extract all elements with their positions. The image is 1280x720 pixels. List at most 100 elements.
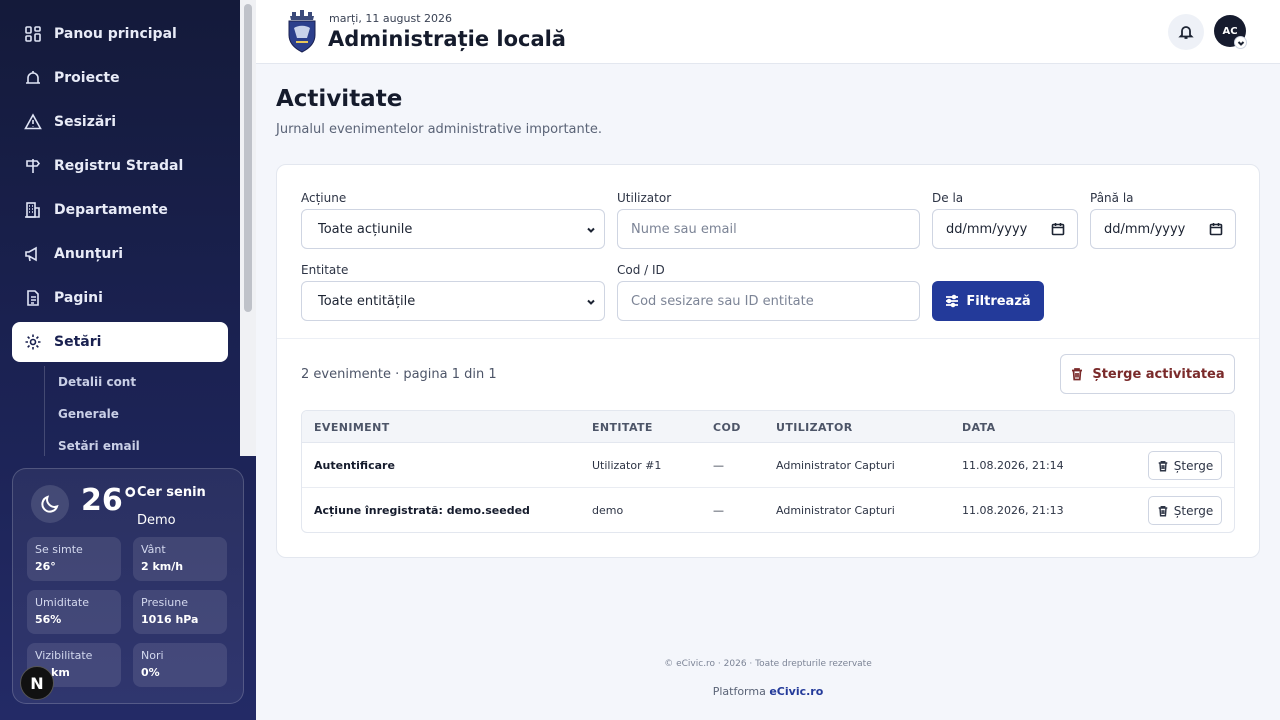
sidebar-item-departamente[interactable]: Departamente bbox=[12, 190, 228, 230]
weather-stat-feels-like: Se simte 26° bbox=[27, 537, 121, 581]
sidebar-item-label: Departamente bbox=[54, 202, 168, 218]
settings-subnav: Detalii cont Generale Setări email bbox=[44, 366, 240, 456]
header-title: Administrație locală bbox=[328, 27, 566, 51]
signpost-icon bbox=[24, 157, 42, 175]
card-divider bbox=[277, 338, 1259, 339]
subnav-detalii-cont[interactable]: Detalii cont bbox=[58, 366, 240, 398]
user-cell: Administrator Capturi bbox=[776, 459, 895, 472]
top-header: marți, 11 august 2026 Administrație loca… bbox=[256, 0, 1280, 64]
sidebar-item-panou-principal[interactable]: Panou principal bbox=[12, 14, 228, 54]
stat-value: 26° bbox=[35, 560, 56, 573]
sidebar-item-pagini[interactable]: Pagini bbox=[12, 278, 228, 318]
delete-row-button[interactable]: Șterge bbox=[1148, 496, 1222, 525]
sidebar-item-setari[interactable]: Setări bbox=[12, 322, 228, 362]
warning-icon bbox=[24, 113, 42, 131]
stat-value: 56% bbox=[35, 613, 62, 626]
sidebar-item-proiecte[interactable]: Proiecte bbox=[12, 58, 228, 98]
stat-label: Presiune bbox=[141, 596, 188, 609]
weather-demo-tag: Demo bbox=[137, 513, 176, 528]
date-cell: 11.08.2026, 21:14 bbox=[962, 459, 1064, 472]
filter-button-label: Filtrează bbox=[966, 293, 1031, 309]
entity-filter-label: Entitate bbox=[301, 263, 349, 277]
user-input-placeholder: Nume sau email bbox=[631, 221, 737, 237]
sidebar-item-label: Pagini bbox=[54, 290, 103, 306]
weather-stat-pressure: Presiune 1016 hPa bbox=[133, 590, 227, 634]
moon-icon bbox=[31, 485, 69, 523]
trash-icon bbox=[1158, 505, 1168, 516]
stat-value: 1016 hPa bbox=[141, 613, 199, 626]
stat-label: Umiditate bbox=[35, 596, 89, 609]
clear-activity-button[interactable]: Șterge activitatea bbox=[1060, 354, 1235, 394]
sidebar-item-label: Anunțuri bbox=[54, 246, 124, 262]
sidebar-item-registru-stradal[interactable]: Registru Stradal bbox=[12, 146, 228, 186]
stat-label: Vânt bbox=[141, 543, 166, 556]
subnav-setari-email[interactable]: Setări email bbox=[58, 430, 240, 456]
code-cell: — bbox=[713, 459, 724, 472]
stat-label: Se simte bbox=[35, 543, 83, 556]
subnav-generale[interactable]: Generale bbox=[58, 398, 240, 430]
weather-stat-clouds: Nori 0% bbox=[133, 643, 227, 687]
sidebar: Panou principal Proiecte Sesizări Regist… bbox=[0, 0, 256, 720]
event-cell: Acțiune înregistrată: demo.seeded bbox=[314, 504, 530, 517]
sidebar-scrollbar-thumb[interactable] bbox=[244, 4, 252, 312]
to-date-placeholder: dd/mm/yyyy bbox=[1104, 221, 1186, 237]
page-icon bbox=[24, 289, 42, 307]
header-date: marți, 11 august 2026 bbox=[329, 12, 453, 25]
column-header-code[interactable]: COD bbox=[713, 421, 741, 434]
table-row: Autentificare Utilizator #1 — Administra… bbox=[302, 443, 1234, 488]
delete-row-button[interactable]: Șterge bbox=[1148, 451, 1222, 480]
trash-icon bbox=[1072, 368, 1083, 381]
sidebar-item-label: Sesizări bbox=[54, 114, 117, 130]
notifications-button[interactable] bbox=[1168, 14, 1204, 50]
page-title: Activitate bbox=[276, 86, 403, 112]
date-cell: 11.08.2026, 21:13 bbox=[962, 504, 1064, 517]
footer-platform-link[interactable]: eCivic.ro bbox=[769, 685, 823, 698]
sidebar-item-label: Setări bbox=[54, 334, 102, 350]
delete-row-label: Șterge bbox=[1173, 503, 1214, 518]
action-select[interactable]: Toate acțiunile bbox=[301, 209, 605, 249]
filter-button[interactable]: Filtrează bbox=[932, 281, 1044, 321]
to-date-label: Până la bbox=[1090, 191, 1134, 205]
sidebar-item-label: Panou principal bbox=[54, 26, 177, 42]
calendar-icon[interactable] bbox=[1051, 222, 1065, 236]
entity-cell: demo bbox=[592, 504, 624, 517]
entity-cell: Utilizator #1 bbox=[592, 459, 662, 472]
footer-platform-prefix: Platforma bbox=[712, 685, 766, 698]
entity-select-value: Toate entitățile bbox=[318, 293, 416, 309]
column-header-entity[interactable]: ENTITATE bbox=[592, 421, 653, 434]
sidebar-item-label: Proiecte bbox=[54, 70, 120, 86]
chevron-down-icon bbox=[586, 296, 596, 306]
sidebar-item-label: Registru Stradal bbox=[54, 158, 184, 174]
page-subtitle: Jurnalul evenimentelor administrative im… bbox=[276, 122, 602, 137]
stat-label: Vizibilitate bbox=[35, 649, 93, 662]
from-date-placeholder: dd/mm/yyyy bbox=[946, 221, 1028, 237]
footer-platform: Platforma eCivic.ro bbox=[256, 685, 1280, 698]
chevron-down-icon bbox=[586, 224, 596, 234]
weather-stat-wind: Vânt 2 km/h bbox=[133, 537, 227, 581]
chevron-down-icon[interactable] bbox=[1234, 36, 1247, 49]
entity-select[interactable]: Toate entitățile bbox=[301, 281, 605, 321]
action-select-value: Toate acțiunile bbox=[318, 221, 413, 237]
code-input[interactable]: Cod sesizare sau ID entitate bbox=[617, 281, 920, 321]
column-header-user[interactable]: UTILIZATOR bbox=[776, 421, 853, 434]
from-date-input[interactable]: dd/mm/yyyy bbox=[932, 209, 1078, 249]
weather-stat-humidity: Umiditate 56% bbox=[27, 590, 121, 634]
table-header: EVENIMENT ENTITATE COD UTILIZATOR DATA bbox=[302, 411, 1234, 443]
calendar-icon[interactable] bbox=[1209, 222, 1223, 236]
projects-icon bbox=[24, 69, 42, 87]
gear-icon bbox=[24, 333, 42, 351]
to-date-input[interactable]: dd/mm/yyyy bbox=[1090, 209, 1236, 249]
stat-label: Nori bbox=[141, 649, 164, 662]
sliders-icon bbox=[946, 294, 959, 308]
dev-tools-badge[interactable]: N bbox=[20, 666, 54, 700]
trash-icon bbox=[1158, 460, 1168, 471]
user-input[interactable]: Nume sau email bbox=[617, 209, 920, 249]
sidebar-item-anunturi[interactable]: Anunțuri bbox=[12, 234, 228, 274]
column-header-date[interactable]: DATA bbox=[962, 421, 996, 434]
column-header-event[interactable]: EVENIMENT bbox=[314, 421, 390, 434]
code-filter-label: Cod / ID bbox=[617, 263, 665, 277]
delete-row-label: Șterge bbox=[1173, 458, 1214, 473]
event-cell: Autentificare bbox=[314, 459, 395, 472]
activity-card: Acțiune Toate acțiunile Utilizator Nume … bbox=[276, 164, 1260, 558]
sidebar-item-sesizari[interactable]: Sesizări bbox=[12, 102, 228, 142]
